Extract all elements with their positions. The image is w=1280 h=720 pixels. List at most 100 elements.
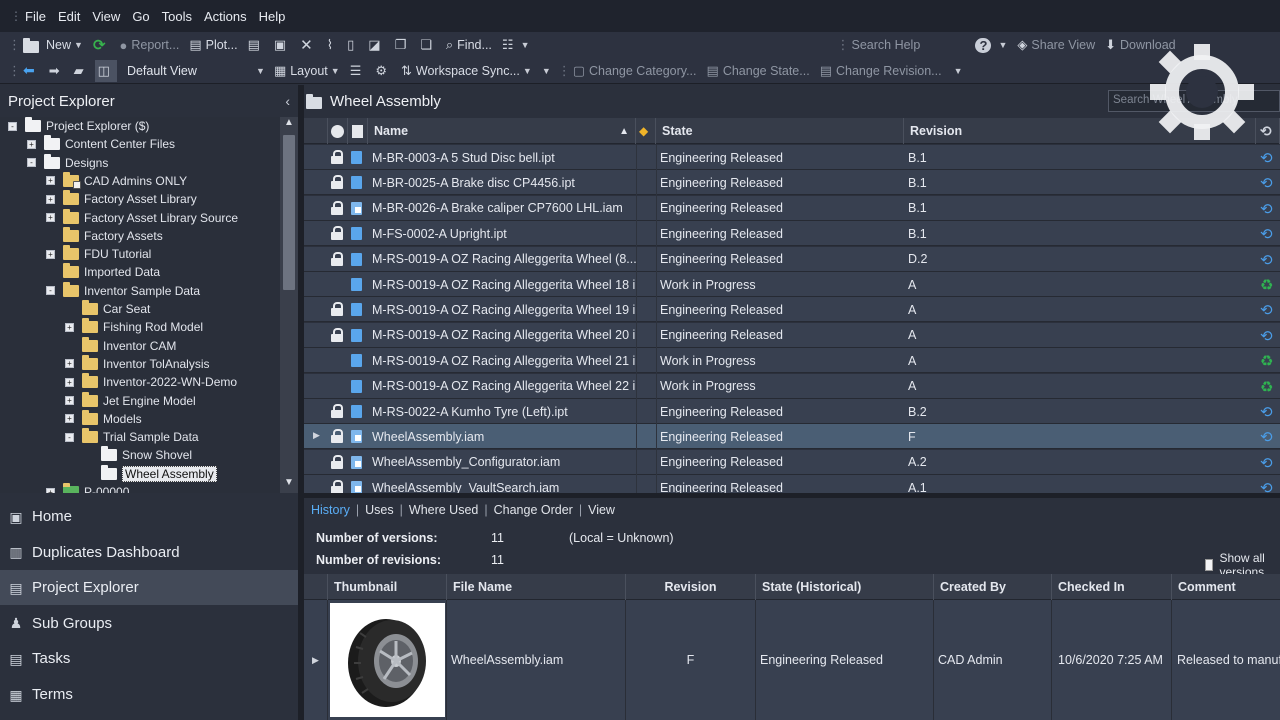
table-row[interactable]: M-BR-0003-A 5 Stud Disc bell.ipt Engineer… <box>304 145 1280 170</box>
forward-button[interactable]: ➡ <box>46 60 67 82</box>
delete-button[interactable]: ✕ <box>297 34 320 56</box>
menu-file[interactable]: File <box>24 7 47 26</box>
attach-button[interactable]: ⌇ <box>324 34 340 56</box>
table-row[interactable]: M-RS-0019-A OZ Racing Alleggerita Wheel … <box>304 297 1280 323</box>
scroll-up-icon[interactable]: ▲ <box>280 117 298 133</box>
tree-node[interactable]: - Trial Sample Data <box>65 428 199 446</box>
scroll-down-icon[interactable]: ▼ <box>280 477 298 493</box>
chevron-down-icon[interactable]: ▼ <box>521 40 530 50</box>
tree-node[interactable]: + FDU Tutorial <box>46 245 151 263</box>
expand-icon[interactable]: + <box>46 194 55 204</box>
view-select[interactable]: Default View ▼ <box>121 61 271 81</box>
tree-node[interactable]: Imported Data <box>46 263 160 281</box>
table-row[interactable]: M-RS-0022-A Kumho Tyre (Left).ipt Enginee… <box>304 399 1280 424</box>
new-button[interactable]: New ▼ <box>20 34 86 56</box>
menu-view[interactable]: View <box>91 7 121 26</box>
properties-button[interactable]: ⚙ <box>372 60 394 82</box>
find-button[interactable]: ⌕ Find... <box>443 34 495 56</box>
table-row[interactable]: M-RS-0019-A OZ Racing Alleggerita Wheel … <box>304 246 1280 272</box>
table-row[interactable]: M-RS-0019-A OZ Racing Alleggerita Wheel … <box>304 272 1280 297</box>
report-button[interactable]: ● Report... <box>117 34 183 56</box>
nav-item[interactable]: ▣ Home <box>0 499 298 534</box>
collapse-pane-icon[interactable]: ‹ <box>285 93 290 109</box>
expand-icon[interactable]: + <box>65 359 74 369</box>
expand-icon[interactable]: + <box>65 414 74 424</box>
column-comment[interactable]: Comment <box>1172 574 1280 600</box>
tree-node[interactable]: - Project Explorer ($) <box>8 117 149 135</box>
menu-help[interactable]: Help <box>258 7 287 26</box>
collapse-icon[interactable]: - <box>46 286 55 296</box>
layout-button[interactable]: ▦ Layout ▼ <box>271 60 343 82</box>
chevron-down-icon[interactable]: ▼ <box>542 66 551 76</box>
menu-go[interactable]: Go <box>131 7 150 26</box>
scroll-thumb[interactable] <box>283 135 295 290</box>
row-expand-icon[interactable]: ▶ <box>304 600 328 720</box>
tree-node[interactable]: Inventor CAM <box>65 336 176 355</box>
workspace-sync-button[interactable]: ⇅ Workspace Sync... ▼ ▼ <box>398 60 554 82</box>
collapse-icon[interactable]: - <box>8 121 17 131</box>
tree-node[interactable]: + Factory Asset Library Source <box>46 208 238 227</box>
chevron-down-icon[interactable]: ▼ <box>998 40 1007 50</box>
column-file-name[interactable]: File Name <box>447 574 626 600</box>
column-checked-in[interactable]: Checked In <box>1052 574 1172 600</box>
tree-node[interactable]: Car Seat <box>65 300 150 318</box>
column-state-historical[interactable]: State (Historical) <box>756 574 934 600</box>
tree-node[interactable]: Snow Shovel <box>84 446 192 464</box>
change-revision-button[interactable]: ▤ Change Revision... ▼ <box>817 60 966 82</box>
column-status[interactable] <box>328 118 348 144</box>
table-row[interactable]: M-RS-0019-A OZ Racing Alleggerita Wheel … <box>304 322 1280 348</box>
move-button[interactable]: ◪ <box>365 34 387 56</box>
column-thumbnail[interactable]: Thumbnail <box>328 574 447 600</box>
table-row[interactable]: M-BR-0026-A Brake caliper CP7600 LHL.iam… <box>304 195 1280 221</box>
where-used-button[interactable]: ❏ <box>417 34 439 56</box>
table-row[interactable]: WheelAssembly_Configurator.iam Engineerin… <box>304 449 1280 475</box>
nav-item[interactable]: ▤ Tasks <box>0 641 298 676</box>
print-preview-button[interactable]: ▣ <box>271 34 293 56</box>
expand-icon[interactable]: + <box>46 176 55 186</box>
tree-node[interactable]: + Jet Engine Model <box>65 391 196 410</box>
table-row[interactable]: M-FS-0002-A Upright.ipt Engineering Relea… <box>304 221 1280 247</box>
expand-icon[interactable]: + <box>65 396 74 405</box>
tree-node[interactable]: - Designs <box>27 153 108 172</box>
nav-item[interactable]: ▤ Project Explorer <box>0 570 298 606</box>
tab-change-order[interactable]: Change Order <box>494 503 579 517</box>
history-row[interactable]: ▶ WheelAssembly.iam F Engineering Releas… <box>304 600 1280 720</box>
checkbox-icon[interactable] <box>1205 559 1214 571</box>
refresh-button[interactable]: ⟳ <box>90 34 113 56</box>
chevron-down-icon[interactable]: ▼ <box>954 66 963 76</box>
layout-pane-button[interactable]: ◫ <box>94 59 117 82</box>
tree-node[interactable]: - Inventor Sample Data <box>46 281 200 300</box>
expand-icon[interactable]: + <box>46 487 55 493</box>
column-type[interactable] <box>348 118 368 144</box>
expand-icon[interactable]: + <box>27 139 36 149</box>
expand-icon[interactable]: + <box>46 249 55 259</box>
list-button[interactable]: ☰ <box>347 60 369 82</box>
chevron-down-icon[interactable]: ▼ <box>74 40 83 50</box>
column-checkout[interactable]: ◆ <box>636 118 656 144</box>
help-button[interactable]: ? ▼ <box>972 34 1010 56</box>
table-row[interactable]: WheelAssembly_VaultSearch.iam Engineering… <box>304 475 1280 493</box>
tree-node[interactable]: + Models <box>65 409 142 428</box>
copy-design-button[interactable]: ❐ <box>392 34 414 56</box>
options-button[interactable]: ☷ ▼ <box>499 34 533 56</box>
tree-node[interactable]: Wheel Assembly <box>84 464 217 483</box>
tree-node[interactable]: + Content Center Files <box>27 135 175 153</box>
tree-node[interactable]: Factory Assets <box>46 226 163 245</box>
tree-node[interactable]: + Factory Asset Library <box>46 190 197 208</box>
tab-where-used[interactable]: Where Used <box>409 503 484 517</box>
tree-node[interactable]: + P-00000 ...... <box>46 483 153 493</box>
add-file-button[interactable]: ▯ <box>344 34 361 56</box>
expand-icon[interactable]: + <box>65 377 74 387</box>
tab-history[interactable]: History <box>311 503 356 517</box>
share-view-button[interactable]: ◈ Share View <box>1014 34 1098 56</box>
tree-node[interactable]: + Fishing Rod Model <box>65 318 203 336</box>
expand-icon[interactable]: + <box>46 213 55 222</box>
tree-node[interactable]: + Inventor TolAnalysis <box>65 354 210 373</box>
nav-item[interactable]: ♟ Sub Groups <box>0 606 298 641</box>
column-state[interactable]: State <box>656 118 904 144</box>
menu-actions[interactable]: Actions <box>203 7 248 26</box>
tab-view[interactable]: View <box>588 503 621 517</box>
table-row[interactable]: M-BR-0025-A Brake disc CP4456.ipt Enginee… <box>304 170 1280 196</box>
tab-uses[interactable]: Uses <box>365 503 399 517</box>
menu-tools[interactable]: Tools <box>161 7 193 26</box>
